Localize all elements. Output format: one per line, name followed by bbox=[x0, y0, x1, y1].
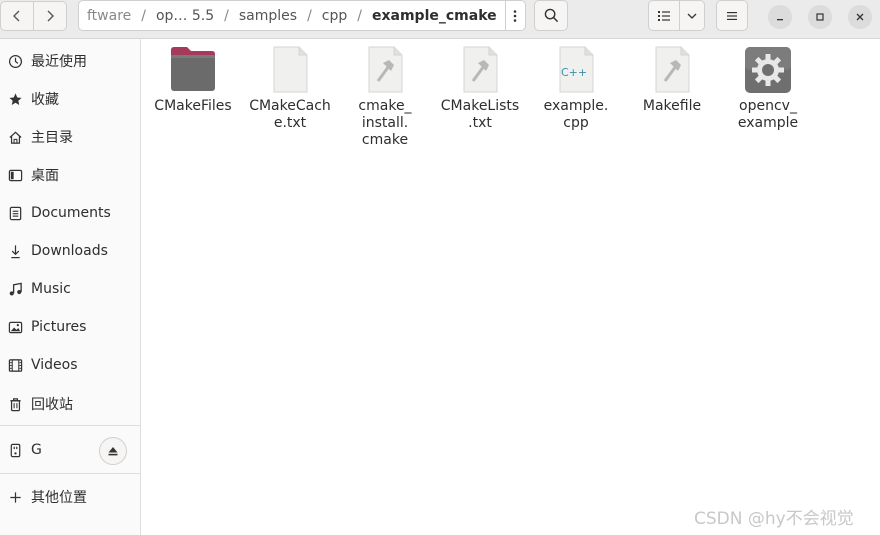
vertical-dots-icon bbox=[514, 9, 517, 22]
maximize-button[interactable] bbox=[808, 5, 832, 29]
trash-icon bbox=[7, 396, 23, 412]
sidebar-item-other-locations[interactable]: 其他位置 bbox=[0, 480, 140, 514]
breadcrumb-cpp[interactable]: cpp bbox=[314, 8, 355, 24]
script-file-icon bbox=[456, 46, 504, 94]
close-icon bbox=[856, 13, 864, 21]
sidebar-item-recent[interactable]: 最近使用 bbox=[0, 44, 140, 78]
script-file-icon bbox=[361, 46, 409, 94]
sidebar-item-label: Downloads bbox=[31, 243, 108, 259]
file-item-cmakefiles[interactable]: CMakeFiles bbox=[145, 46, 241, 115]
cpp-file-icon: C++ bbox=[552, 46, 600, 94]
breadcrumb-separator: / bbox=[307, 7, 312, 24]
sidebar-item-label: Pictures bbox=[31, 319, 87, 335]
folder-icon bbox=[169, 46, 217, 94]
chevron-down-icon bbox=[687, 13, 697, 19]
header-bar: ftware / op… 5.5 / samples / cpp / examp… bbox=[0, 0, 880, 39]
navigation-buttons bbox=[0, 1, 67, 31]
path-menu-button[interactable] bbox=[504, 1, 525, 30]
chevron-right-icon bbox=[47, 10, 54, 22]
sidebar-item-label: Music bbox=[31, 281, 71, 297]
sidebar: 最近使用 收藏 主目录 桌面 Documents Downloads Music… bbox=[0, 39, 141, 535]
file-item-opencv-example[interactable]: opencv_ example bbox=[720, 46, 816, 132]
search-icon bbox=[544, 8, 558, 23]
sidebar-item-desktop[interactable]: 桌面 bbox=[0, 158, 140, 192]
sidebar-item-label: 回收站 bbox=[31, 397, 73, 413]
file-item-makefile[interactable]: Makefile bbox=[624, 46, 720, 115]
chevron-left-icon bbox=[13, 10, 20, 22]
watermark-text: CSDN @hy不会视觉 bbox=[694, 509, 854, 529]
document-icon bbox=[7, 205, 23, 221]
file-item-example-cpp[interactable]: C++ example. cpp bbox=[528, 46, 624, 132]
view-dropdown-button[interactable] bbox=[679, 0, 705, 31]
plus-icon bbox=[7, 489, 23, 505]
file-item-cmake-install[interactable]: cmake_ install. cmake bbox=[337, 46, 433, 149]
star-icon bbox=[7, 91, 23, 107]
sidebar-item-label: 收藏 bbox=[31, 92, 59, 108]
file-item-cmakecache[interactable]: CMakeCach e.txt bbox=[242, 46, 338, 132]
close-button[interactable] bbox=[848, 5, 872, 29]
file-name: CMakeFiles bbox=[154, 98, 232, 114]
executable-gear-icon bbox=[744, 46, 792, 94]
eject-button[interactable] bbox=[99, 437, 127, 465]
sidebar-item-label: G bbox=[31, 442, 42, 458]
sidebar-item-label: 其他位置 bbox=[31, 490, 87, 506]
breadcrumb-current[interactable]: example_cmake bbox=[364, 8, 505, 24]
forward-button[interactable] bbox=[33, 1, 67, 31]
sidebar-divider bbox=[0, 425, 140, 426]
breadcrumb-separator: / bbox=[357, 7, 362, 24]
text-file-icon bbox=[266, 46, 314, 94]
main-menu-button[interactable] bbox=[716, 0, 748, 31]
back-button[interactable] bbox=[0, 1, 34, 31]
file-name: CMakeCach e.txt bbox=[249, 98, 331, 131]
path-bar: ftware / op… 5.5 / samples / cpp / examp… bbox=[78, 0, 526, 31]
eject-icon bbox=[108, 447, 118, 456]
file-name: opencv_ example bbox=[737, 98, 799, 131]
breadcrumb-opencv[interactable]: op… 5.5 bbox=[148, 8, 222, 24]
minimize-icon bbox=[777, 19, 783, 21]
breadcrumb-separator: / bbox=[224, 7, 229, 24]
desktop-icon bbox=[7, 167, 23, 183]
maximize-icon bbox=[816, 13, 824, 21]
sidebar-item-starred[interactable]: 收藏 bbox=[0, 82, 140, 116]
music-icon bbox=[7, 281, 23, 297]
download-icon bbox=[7, 243, 23, 259]
video-icon bbox=[7, 357, 23, 373]
file-name: cmake_ install. cmake bbox=[358, 98, 412, 148]
minimize-button[interactable] bbox=[768, 5, 792, 29]
sidebar-item-music[interactable]: Music bbox=[0, 272, 140, 306]
list-view-button[interactable] bbox=[648, 0, 680, 31]
sidebar-item-trash[interactable]: 回收站 bbox=[0, 387, 140, 421]
picture-icon bbox=[7, 319, 23, 335]
home-icon bbox=[7, 129, 23, 145]
sidebar-item-label: Documents bbox=[31, 205, 111, 221]
list-icon bbox=[658, 10, 670, 21]
sidebar-item-label: 主目录 bbox=[31, 130, 73, 146]
clock-icon bbox=[7, 53, 23, 69]
file-name: Makefile bbox=[642, 98, 702, 114]
breadcrumb-separator: / bbox=[141, 7, 146, 24]
view-options bbox=[648, 0, 705, 31]
breadcrumb-ftware[interactable]: ftware bbox=[79, 8, 139, 24]
sidebar-item-label: 最近使用 bbox=[31, 54, 87, 70]
sidebar-item-videos[interactable]: Videos bbox=[0, 348, 140, 382]
file-name: CMakeLists .txt bbox=[440, 98, 520, 131]
script-file-icon bbox=[648, 46, 696, 94]
sidebar-item-home[interactable]: 主目录 bbox=[0, 120, 140, 154]
sidebar-item-label: Videos bbox=[31, 357, 78, 373]
hamburger-icon bbox=[727, 11, 737, 20]
sidebar-divider bbox=[0, 473, 140, 474]
sidebar-item-downloads[interactable]: Downloads bbox=[0, 234, 140, 268]
sidebar-item-pictures[interactable]: Pictures bbox=[0, 310, 140, 344]
search-button[interactable] bbox=[534, 0, 568, 31]
breadcrumb-samples[interactable]: samples bbox=[231, 8, 305, 24]
usb-drive-icon bbox=[7, 442, 23, 458]
file-item-cmakelists[interactable]: CMakeLists .txt bbox=[432, 46, 528, 132]
sidebar-item-documents[interactable]: Documents bbox=[0, 196, 140, 230]
file-name: example. cpp bbox=[543, 98, 609, 131]
cpp-badge: C++ bbox=[561, 66, 588, 79]
sidebar-item-label: 桌面 bbox=[31, 168, 59, 184]
